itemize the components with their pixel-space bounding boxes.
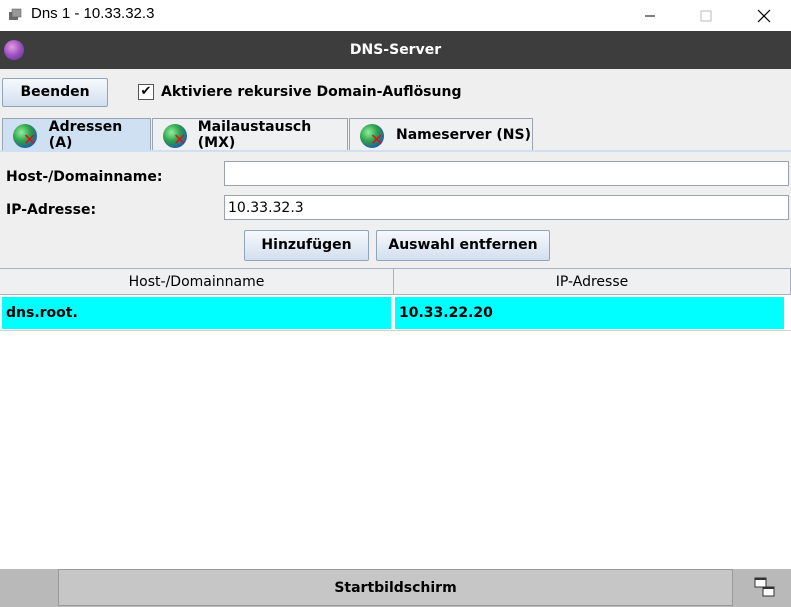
quit-button[interactable]: Beenden bbox=[2, 78, 108, 107]
app-header: DNS-Server bbox=[0, 31, 791, 69]
window-title: Dns 1 - 10.33.32.3 bbox=[31, 5, 155, 22]
host-label: Host-/Domainname: bbox=[6, 169, 163, 185]
tab-nameserver-label: Nameserver (NS) bbox=[396, 127, 531, 143]
tab-addresses[interactable]: ✕ Adressen (A) bbox=[2, 118, 151, 151]
row-separator bbox=[0, 330, 791, 331]
column-header-host[interactable]: Host-/Domainname bbox=[0, 269, 394, 295]
minimize-button[interactable] bbox=[627, 0, 673, 31]
remove-selection-button[interactable]: Auswahl entfernen bbox=[376, 230, 550, 261]
app-title: DNS-Server bbox=[349, 42, 442, 58]
tab-divider bbox=[0, 150, 791, 152]
globe-icon: ✕ bbox=[13, 122, 43, 148]
records-table: Host-/Domainname IP-Adresse dns.root. 10… bbox=[0, 268, 791, 569]
maximize-icon bbox=[700, 10, 712, 21]
column-header-ip[interactable]: IP-Adresse bbox=[394, 269, 791, 295]
app-window-icon bbox=[9, 8, 22, 20]
tab-mail-exchange-label: Mailaustausch (MX) bbox=[197, 119, 312, 151]
recursive-label: Aktiviere rekursive Domain-Auflösung bbox=[161, 84, 462, 100]
tab-nameserver[interactable]: ✕ Nameserver (NS) bbox=[349, 118, 533, 151]
host-input[interactable] bbox=[224, 161, 789, 186]
ip-label: IP-Adresse: bbox=[6, 202, 97, 218]
window-titlebar: Dns 1 - 10.33.32.3 bbox=[0, 0, 791, 31]
close-button[interactable] bbox=[741, 0, 787, 31]
dns-logo-icon bbox=[4, 40, 24, 60]
globe-icon: ✕ bbox=[360, 122, 390, 148]
table-row[interactable]: dns.root. 10.33.22.20 bbox=[0, 296, 791, 330]
table-cell-host: dns.root. bbox=[2, 297, 391, 329]
add-button[interactable]: Hinzufügen bbox=[244, 230, 369, 261]
tab-addresses-label: Adressen (A) bbox=[48, 119, 123, 151]
table-cell-ip: 10.33.22.20 bbox=[395, 297, 784, 329]
ip-input[interactable] bbox=[224, 195, 789, 220]
maximize-button[interactable] bbox=[683, 0, 729, 31]
tab-mail-exchange[interactable]: ✕ Mailaustausch (MX) bbox=[152, 118, 348, 151]
close-icon bbox=[757, 9, 771, 22]
minimize-icon bbox=[645, 15, 655, 16]
recursive-checkbox[interactable]: ✔ bbox=[138, 84, 154, 100]
globe-icon: ✕ bbox=[163, 122, 192, 148]
start-screen-button[interactable]: Startbildschirm bbox=[58, 569, 733, 606]
windows-switch-icon[interactable] bbox=[754, 577, 776, 599]
